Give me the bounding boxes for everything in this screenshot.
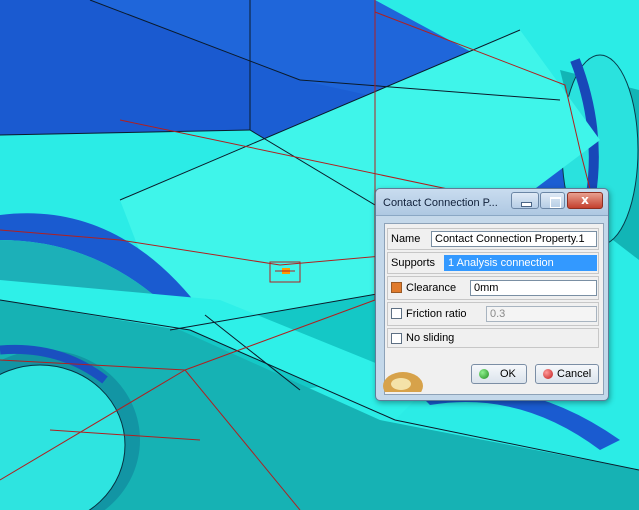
ok-icon bbox=[479, 369, 489, 379]
name-label: Name bbox=[391, 233, 421, 245]
no-sliding-row: No sliding bbox=[387, 328, 599, 348]
name-row: Name Contact Connection Property.1 bbox=[387, 228, 599, 250]
minimize-button[interactable] bbox=[511, 192, 539, 209]
contact-connection-dialog[interactable]: Contact Connection P... x Name Contact C… bbox=[375, 188, 609, 401]
friction-row: Friction ratio 0.3 bbox=[387, 302, 599, 326]
no-sliding-checkbox[interactable] bbox=[391, 333, 402, 344]
friction-input[interactable]: 0.3 bbox=[486, 306, 597, 322]
cancel-button[interactable]: Cancel bbox=[535, 364, 599, 384]
close-icon: x bbox=[581, 193, 589, 207]
minimize-icon bbox=[521, 202, 532, 207]
clearance-input[interactable]: 0mm bbox=[470, 280, 597, 296]
ok-button[interactable]: OK bbox=[471, 364, 527, 384]
close-button[interactable]: x bbox=[567, 192, 603, 209]
name-field[interactable]: Contact Connection Property.1 bbox=[431, 231, 597, 247]
no-sliding-label: No sliding bbox=[406, 332, 455, 344]
catia-logo-icon bbox=[383, 372, 423, 392]
ok-label: OK bbox=[500, 368, 516, 380]
friction-label: Friction ratio bbox=[406, 308, 467, 320]
clearance-label: Clearance bbox=[406, 282, 457, 294]
maximize-button[interactable] bbox=[540, 192, 565, 209]
dialog-titlebar[interactable]: Contact Connection P... x bbox=[376, 189, 608, 216]
maximize-icon bbox=[550, 197, 561, 208]
cancel-label: Cancel bbox=[557, 368, 592, 380]
cancel-icon bbox=[543, 369, 553, 379]
friction-checkbox[interactable] bbox=[391, 308, 402, 319]
supports-row: Supports 1 Analysis connection bbox=[387, 252, 599, 274]
properties-panel: Name Contact Connection Property.1 Suppo… bbox=[383, 223, 604, 395]
dialog-title: Contact Connection P... bbox=[383, 197, 498, 209]
supports-field[interactable]: 1 Analysis connection bbox=[444, 255, 597, 271]
clearance-checkbox[interactable] bbox=[391, 282, 402, 293]
supports-label: Supports bbox=[391, 257, 436, 269]
clearance-row: Clearance 0mm bbox=[387, 276, 599, 300]
